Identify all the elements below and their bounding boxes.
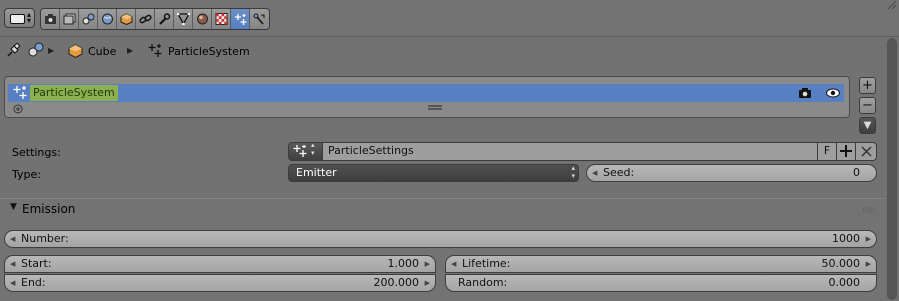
area-corner-icon[interactable] [887,0,897,10]
visibility-eye-icon[interactable] [826,88,840,98]
particles-icon [13,86,27,99]
world-tab[interactable] [98,9,117,29]
lifetime-field[interactable]: ◀ Lifetime: 50.000 ▶ [445,255,877,273]
decrement-arrow-icon[interactable]: ◀ [592,165,597,181]
settings-label: Settings: [12,146,61,159]
scrollbar[interactable] [887,38,897,300]
drag-handle-icon[interactable] [863,207,875,213]
start-label: Start: [21,257,52,270]
remove-particle-system-button[interactable]: − [859,97,876,114]
data-tab[interactable] [174,9,193,29]
render-tab[interactable] [41,9,60,29]
unlink-settings-button[interactable] [855,143,877,160]
render-layers-tab[interactable] [60,9,79,29]
emission-panel-header[interactable]: ▼ Emission [0,199,885,219]
fake-user-button[interactable]: F [817,143,836,160]
constraints-tab[interactable] [136,9,155,29]
collapse-arrow-icon[interactable]: ▼ [10,202,17,212]
type-dropdown[interactable]: Emitter ▴ ▾ [288,164,579,182]
breadcrumb-separator-icon: ▶ [127,46,134,55]
texture-tab[interactable] [212,9,231,29]
properties-header: ▴ ▾ [0,0,899,37]
decrement-arrow-icon[interactable]: ◀ [451,256,456,272]
lifetime-label: Lifetime: [462,257,511,270]
breadcrumb-particle-label: ParticleSystem [168,44,250,58]
filter-options-icon[interactable] [13,104,23,114]
type-label: Type: [12,168,41,181]
list-resize-handle-icon[interactable] [428,105,442,110]
browse-arrows-icon: ▴ ▾ [311,141,315,157]
end-value: 200.000 [373,276,420,289]
object-icon [68,44,83,58]
new-settings-button[interactable] [836,143,855,160]
physics-tab[interactable] [250,9,269,29]
increment-arrow-icon[interactable]: ▶ [866,256,871,272]
object-tab[interactable] [117,9,136,29]
close-icon [861,146,872,157]
increment-arrow-icon[interactable]: ▶ [866,231,871,247]
start-field[interactable]: ◀ Start: 1.000 ▶ [4,255,436,273]
start-value: 1.000 [387,257,420,270]
decrement-arrow-icon[interactable]: ◀ [10,231,15,247]
end-field[interactable]: ◀ End: 200.000 ▶ [4,274,436,292]
seed-field[interactable]: ◀ Seed: 0 [586,164,877,182]
seed-label: Seed: [603,166,635,179]
breadcrumb-separator-icon: ▶ [48,46,55,55]
decrement-arrow-icon[interactable]: ◀ [10,256,15,272]
render-layers-icon [63,13,75,25]
world-icon [101,13,113,25]
breadcrumb-particle-system: ParticleSystem [147,43,250,59]
type-value: Emitter [296,166,337,179]
editor-type-button[interactable]: ▴ ▾ [4,8,35,28]
random-field[interactable]: Random: 0.000 [445,274,877,292]
scene-icon [28,42,45,61]
random-value: 0.000 [828,276,861,289]
add-particle-system-button[interactable]: + [859,77,876,94]
context-tabs [40,8,270,30]
emission-panel-title: Emission [22,202,76,216]
breadcrumb-object-label: Cube [88,44,117,58]
plus-icon [840,145,852,157]
render-icon [44,14,56,24]
modifiers-icon [158,13,170,25]
object-icon [120,13,132,25]
data-icon [176,13,190,25]
scene-icon [82,13,94,25]
material-tab[interactable] [193,9,212,29]
particles-icon [293,145,307,157]
seed-value: 0 [853,166,860,179]
constraints-icon [138,14,152,24]
render-toggle-icon[interactable] [798,87,812,99]
random-label: Random: [458,276,508,289]
breadcrumb-object: Cube [68,43,116,59]
settings-name-field[interactable]: ParticleSettings [328,143,414,159]
increment-arrow-icon[interactable]: ▶ [425,275,430,291]
settings-datablock: ▴ ▾ ParticleSettings F [288,141,877,161]
list-item[interactable] [8,84,844,102]
texture-icon [215,13,227,25]
browse-settings-button[interactable]: ▴ ▾ [289,141,323,160]
lifetime-value: 50.000 [821,257,861,270]
number-field[interactable]: ◀ Number: 1000 ▶ [4,230,877,248]
scene-tab[interactable] [79,9,98,29]
particles-icon [234,13,246,25]
decrement-arrow-icon[interactable]: ◀ [10,275,15,291]
increment-arrow-icon[interactable]: ▶ [425,256,430,272]
end-label: End: [21,276,46,289]
number-value: 1000 [832,232,860,245]
dropdown-arrows-icon: ▴ ▾ [571,164,575,180]
number-label: Number: [21,232,69,245]
particles-icon [148,44,162,57]
modifiers-tab[interactable] [155,9,174,29]
physics-icon [253,13,265,25]
specials-menu-button[interactable]: ▼ [859,117,876,134]
pin-icon[interactable] [6,42,21,61]
material-icon [196,13,208,25]
particles-tab[interactable] [231,9,250,29]
list-item-name[interactable]: ParticleSystem [30,85,118,101]
properties-editor-icon [10,14,25,24]
